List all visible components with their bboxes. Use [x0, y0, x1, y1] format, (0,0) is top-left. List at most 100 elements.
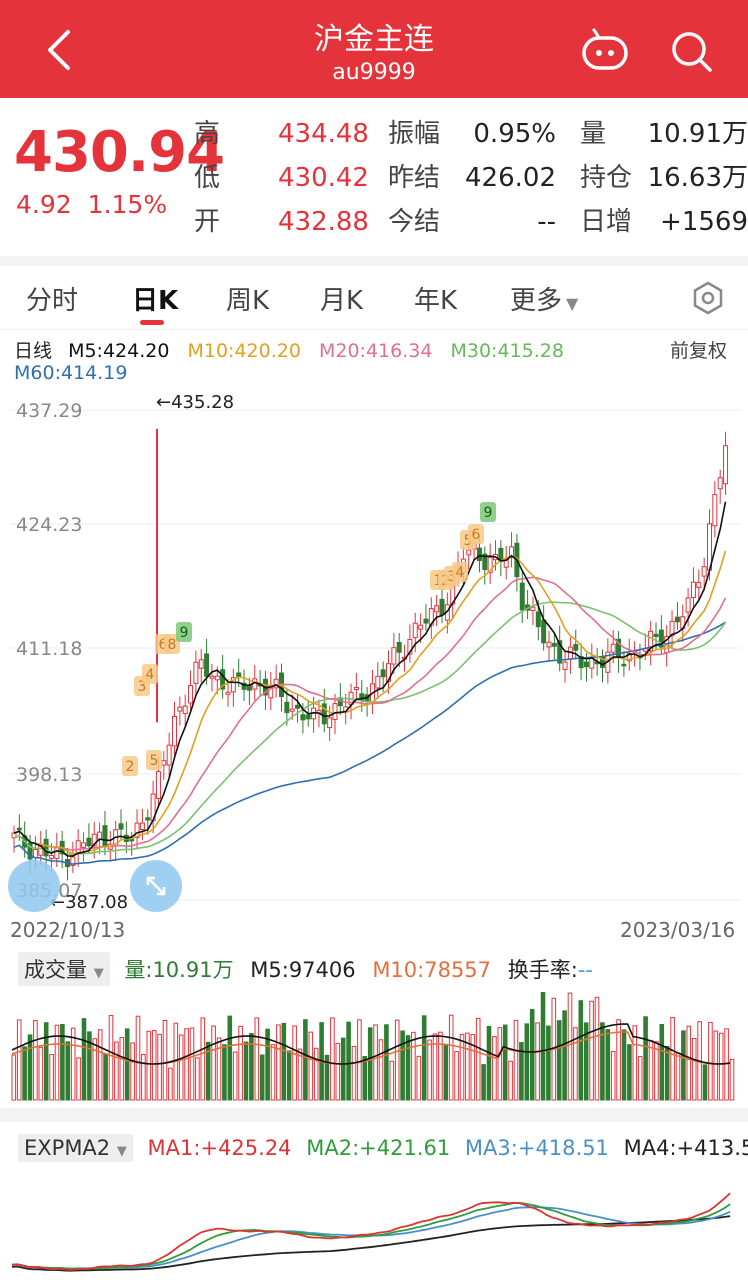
- tab-weekly-k[interactable]: 周K: [226, 280, 269, 317]
- candle-body: [353, 686, 359, 690]
- candle-body: [717, 477, 723, 490]
- tab-intraday[interactable]: 分时: [26, 280, 78, 317]
- volume-bar: [119, 1036, 125, 1101]
- candle-body: [332, 703, 338, 720]
- volume-bar: [421, 1015, 427, 1101]
- candle-body: [97, 831, 103, 840]
- expma-ma2: MA2:+421.61: [306, 1136, 451, 1160]
- expma-ma4: MA4:+413.56: [623, 1136, 748, 1160]
- candle-body: [562, 661, 568, 670]
- label-low: 低: [194, 163, 221, 193]
- signal-number: 9: [484, 505, 493, 521]
- volume-bar: [157, 1033, 162, 1101]
- tab-yearly-k[interactable]: 年K: [414, 280, 457, 317]
- expma-ma2-line: [11, 1201, 731, 1270]
- tab-daily-k[interactable]: 日K: [132, 280, 178, 317]
- last-price: 430.94: [14, 120, 225, 185]
- candle-body: [193, 661, 199, 684]
- volume-bar: [508, 1060, 513, 1101]
- candle-body: [129, 838, 135, 842]
- quote-values-col1: 434.48 430.42 432.88: [278, 112, 369, 244]
- volume-bar: [713, 1030, 719, 1101]
- candle-body: [434, 605, 440, 613]
- candlestick-chart[interactable]: 23456891234569: [0, 388, 748, 918]
- tab-more[interactable]: 更多 ▼: [510, 280, 578, 317]
- candle-body: [43, 838, 49, 857]
- label-today-settle: 今结: [388, 207, 441, 237]
- volume-bar: [227, 1015, 233, 1101]
- settings-icon[interactable]: [690, 280, 726, 316]
- section-divider-2: [0, 1108, 748, 1122]
- candle-body: [701, 566, 707, 577]
- tab-monthly-k[interactable]: 月K: [320, 280, 363, 317]
- expma-selector-label: EXPMA2: [24, 1136, 111, 1160]
- search-icon[interactable]: [668, 28, 716, 76]
- signal-number: 9: [180, 625, 189, 641]
- candle-body: [198, 659, 204, 669]
- candle-body: [16, 827, 22, 831]
- quote-panel: 430.94 4.92 1.15% 高 低 开 434.48 430.42 432…: [0, 98, 748, 256]
- turnover-value: --: [577, 958, 593, 982]
- volume-bar: [11, 1054, 17, 1101]
- volume-bar: [254, 1017, 260, 1101]
- candle-body: [214, 675, 220, 681]
- y-label-0: 437.29: [16, 400, 83, 422]
- volume-bar: [475, 1017, 481, 1101]
- value-volume: 10.91万: [647, 119, 748, 149]
- volume-bar: [238, 1025, 243, 1101]
- candle-body: [375, 675, 381, 689]
- fullscreen-button[interactable]: [130, 860, 182, 912]
- y-label-2: 411.18: [16, 638, 83, 660]
- expma-ma1: MA1:+425.24: [147, 1136, 292, 1160]
- drawing-tool-button[interactable]: [8, 860, 60, 912]
- volume-bar: [378, 1039, 384, 1101]
- y-label-3: 398.13: [16, 764, 83, 786]
- volume-bar: [621, 1029, 627, 1101]
- candle-body: [139, 822, 145, 831]
- candle-body: [380, 669, 386, 678]
- candle-body: [204, 653, 210, 677]
- volume-bar: [330, 1017, 335, 1101]
- expma-indicator-selector[interactable]: EXPMA2 ▼: [18, 1134, 133, 1162]
- candle-body: [653, 633, 659, 637]
- candle-body: [610, 643, 616, 653]
- volume-bar: [103, 1053, 108, 1101]
- volume-bar: [535, 1022, 540, 1101]
- volume-bar: [16, 1019, 22, 1101]
- volume-bar: [384, 1024, 389, 1101]
- volume-bar: [708, 1021, 713, 1101]
- change-percent: 1.15%: [87, 190, 168, 219]
- volume-bar: [718, 1032, 724, 1101]
- volume-bar: [49, 1053, 54, 1101]
- low-marker: ←387.08: [50, 892, 129, 913]
- period-tabs: 分时 日K 周K 月K 年K 更多 ▼: [0, 266, 748, 330]
- candle-body: [541, 619, 547, 644]
- ma60-value: M60:414.19: [14, 362, 128, 384]
- volume-bar: [362, 1056, 368, 1101]
- volume-bar: [459, 1033, 465, 1101]
- volume-bar: [81, 1018, 87, 1101]
- candle-body: [690, 581, 696, 599]
- volume-bar: [146, 1030, 152, 1101]
- adjust-mode[interactable]: 前复权: [670, 336, 727, 363]
- expma-legend: EXPMA2 ▼ MA1:+425.24 MA2:+421.61 MA3:+41…: [18, 1134, 748, 1162]
- volume-indicator-selector[interactable]: 成交量 ▼: [18, 952, 110, 986]
- candle-body: [188, 685, 194, 704]
- volume-bar: [448, 1014, 454, 1101]
- volume-bar: [222, 1044, 227, 1101]
- volume-bar: [270, 1044, 276, 1101]
- volume-bar: [394, 1019, 400, 1101]
- value-high: 434.48: [278, 119, 369, 149]
- candle-body: [418, 624, 424, 630]
- robot-icon[interactable]: [580, 28, 630, 74]
- dropdown-icon: ▼: [566, 294, 579, 313]
- volume-bar: [114, 1041, 119, 1101]
- volume-bar: [346, 1021, 351, 1101]
- volume-bar: [524, 1023, 530, 1101]
- ma20-value: M20:416.34: [318, 340, 433, 362]
- volume-bar: [340, 1037, 346, 1101]
- candle-body: [712, 494, 718, 527]
- label-open-interest: 持仓: [580, 163, 633, 193]
- volume-bar: [610, 1051, 616, 1101]
- volume-bar: [492, 1036, 497, 1101]
